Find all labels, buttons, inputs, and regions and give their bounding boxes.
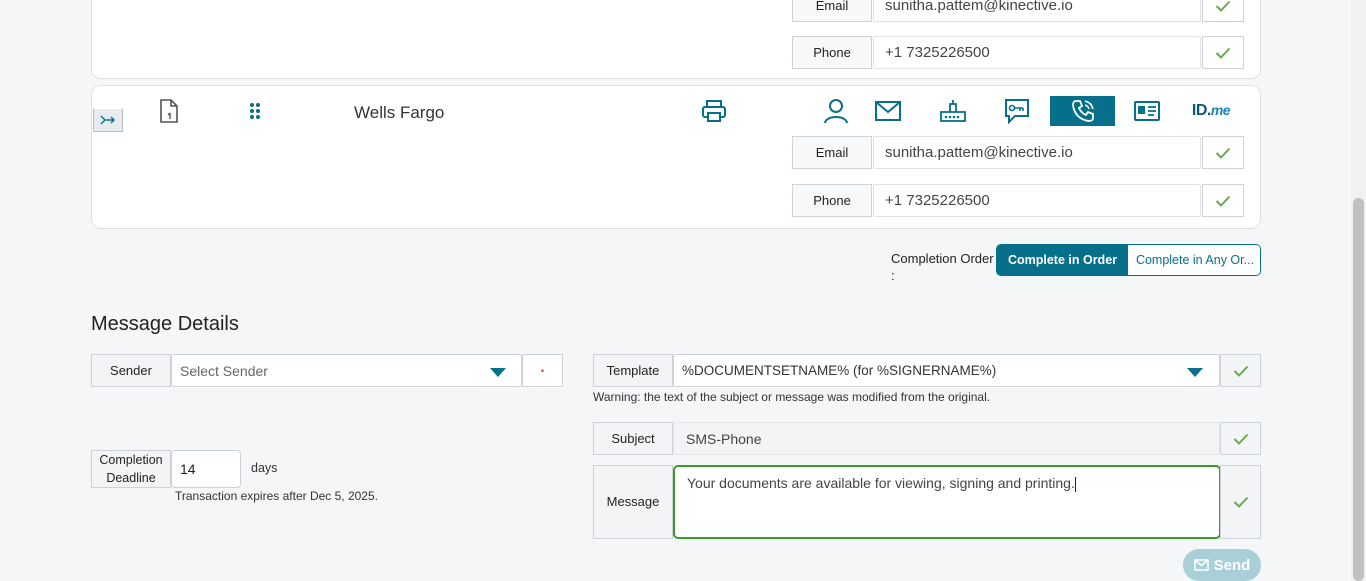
template-label: Template (593, 354, 673, 387)
sender-placeholder: Select Sender (180, 362, 268, 379)
print-icon[interactable] (701, 99, 727, 128)
phone-label: Phone (792, 36, 872, 69)
email-verified-check-icon (1202, 136, 1244, 169)
send-label: Send (1213, 556, 1251, 574)
chevron-down-icon (490, 368, 506, 377)
vertical-scrollbar[interactable] (1351, 0, 1366, 581)
envelope-icon[interactable] (856, 96, 920, 126)
scrollbar-thumb[interactable] (1353, 198, 1364, 581)
id-card-icon[interactable] (1115, 96, 1179, 126)
email-field[interactable]: sunitha.pattem@kinective.io (873, 0, 1201, 22)
router-icon[interactable] (921, 96, 985, 126)
email-label: Email (792, 136, 872, 169)
idme-text: ID.me (1191, 102, 1231, 119)
send-button[interactable]: Send (1183, 549, 1261, 581)
signer-card-1: Email sunitha.pattem@kinective.io Phone … (91, 0, 1261, 79)
deadline-days-input[interactable]: 14 (171, 450, 241, 488)
subject-input[interactable]: SMS-Phone (673, 422, 1220, 455)
email-field[interactable]: sunitha.pattem@kinective.io (873, 136, 1201, 169)
subject-valid-check-icon (1220, 422, 1261, 455)
key-chat-icon[interactable] (985, 96, 1049, 126)
completion-order-label: Completion Order : (891, 251, 994, 283)
sender-label: Sender (91, 354, 171, 387)
complete-in-order-option[interactable]: Complete in Order (997, 245, 1128, 275)
message-text: Your documents are available for viewing… (687, 475, 1075, 491)
phone-verified-check-icon (1202, 184, 1244, 217)
subject-label: Subject (593, 422, 673, 455)
text-cursor (1074, 476, 1076, 492)
phone-field[interactable]: +1 7325226500 (873, 184, 1201, 217)
template-valid-check-icon (1220, 354, 1261, 387)
completion-deadline-label: Completion Deadline (91, 450, 171, 488)
signer-name: Wells Fargo (354, 103, 445, 122)
sender-select[interactable]: Select Sender (171, 354, 522, 387)
phone-field[interactable]: +1 7325226500 (873, 36, 1201, 69)
phone-icon[interactable] (1050, 96, 1115, 126)
envelope-icon (1193, 559, 1209, 571)
chevron-down-icon (1187, 368, 1203, 377)
complete-in-any-order-option[interactable]: Complete in Any Or... (1128, 245, 1260, 275)
email-label: Email (792, 0, 872, 22)
message-details-title: Message Details (91, 313, 239, 335)
template-warning: Warning: the text of the subject or mess… (593, 390, 991, 404)
message-textarea[interactable]: Your documents are available for viewing… (673, 465, 1221, 539)
phone-label: Phone (792, 184, 872, 217)
expiry-note: Transaction expires after Dec 5, 2025. (175, 489, 378, 503)
signer-card-wells-fargo: Wells Fargo ID.me Email sunitha.pattem@k… (91, 85, 1261, 229)
template-value: %DOCUMENTSETNAME% (for %SIGNERNAME%) (682, 363, 997, 378)
expand-toggle-button[interactable] (93, 108, 123, 132)
document-icon[interactable] (159, 99, 179, 128)
email-verified-check-icon (1202, 0, 1244, 22)
completion-order-toggle: Complete in Order Complete in Any Or... (996, 244, 1261, 276)
template-select[interactable]: %DOCUMENTSETNAME% (for %SIGNERNAME%) (673, 354, 1220, 387)
message-label: Message (593, 465, 673, 539)
phone-verified-check-icon (1202, 36, 1244, 69)
required-indicator: • (522, 354, 563, 387)
deadline-unit: days (251, 461, 278, 475)
message-valid-check-icon (1220, 465, 1261, 539)
idme-logo[interactable]: ID.me (1179, 96, 1243, 126)
drag-handle-icon[interactable] (249, 102, 261, 125)
